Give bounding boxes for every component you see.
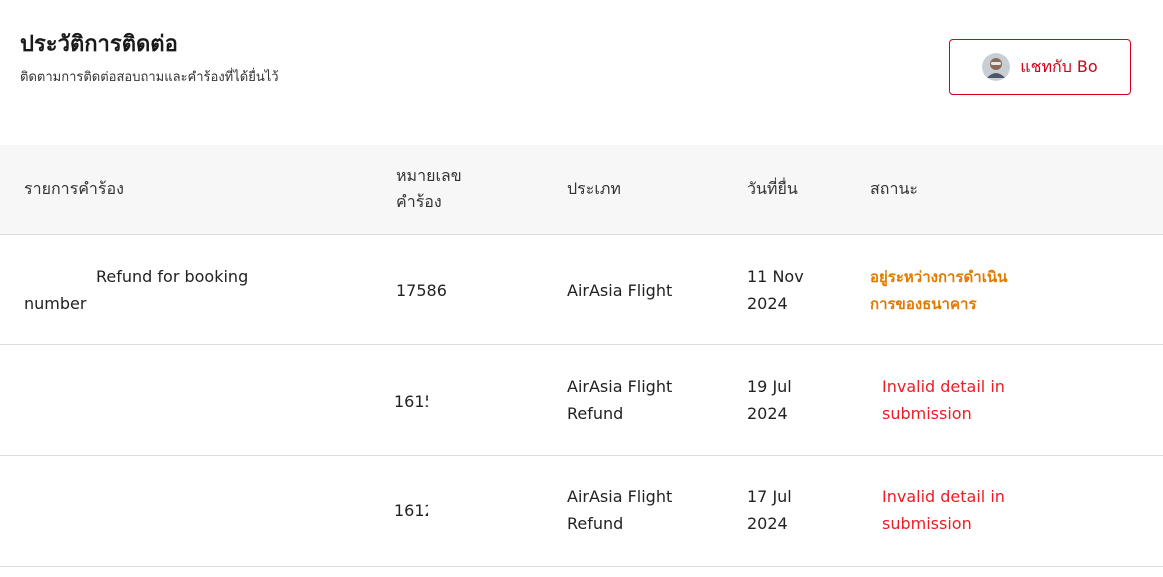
header-date: วันที่ยื่น [747,179,798,198]
row-date-line2: 2024 [747,294,788,313]
table-row[interactable]: Refund for booking number 17586 AirAsia … [0,235,1163,345]
row-date-line1: 11 Nov [747,267,804,286]
row-number: 17586 [396,281,447,300]
row-date-line2: 2024 [747,404,788,423]
row-date-line1: 19 Jul [747,377,792,396]
page-title: ประวัติการติดต่อ [20,32,178,57]
header-number-line1: หมายเลข [396,166,462,185]
row-type-line2: Refund [567,514,624,533]
row-type-line2: Refund [567,404,624,423]
table-header: รายการคำร้อง หมายเลข คำร้อง ประเภท วันที… [0,145,1163,235]
header-number-line2: คำร้อง [396,192,442,211]
chat-button-label: แชทกับ Bo [1020,56,1098,76]
row-date-line2: 2024 [747,514,788,533]
row-type-line1: AirAsia Flight [567,487,673,506]
row-number: 1615( [394,392,428,411]
row-status-line2: submission [882,404,972,423]
row-date-line1: 17 Jul [747,487,792,506]
row-status-line1: Invalid detail in [882,487,1005,506]
header-status: สถานะ [870,179,918,198]
row-status-line1: อยู่ระหว่างการดำเนิน [870,268,1008,286]
page-subtitle: ติดตามการติดต่อสอบถามและคำร้องที่ได้ยื่น… [20,70,279,85]
chat-with-bo-button[interactable]: แชทกับ Bo [949,39,1131,95]
row-type-line1: AirAsia Flight [567,281,673,300]
row-type-line1: AirAsia Flight [567,377,673,396]
header-type: ประเภท [567,179,621,198]
row-item-line2: number [24,294,87,313]
header-item: รายการคำร้อง [24,179,124,198]
row-status-line2: การของธนาคาร [870,295,977,313]
row-status-line2: submission [882,514,972,533]
row-number: 1612 [394,501,428,520]
row-item-line1: Refund for booking [96,267,249,286]
table-row[interactable]: 1612 AirAsia Flight Refund 17 Jul 2024 I… [0,456,1163,567]
row-status-line1: Invalid detail in [882,377,1005,396]
table-row[interactable]: 1615( AirAsia Flight Refund 19 Jul 2024 … [0,345,1163,456]
avatar-icon [982,53,1011,81]
